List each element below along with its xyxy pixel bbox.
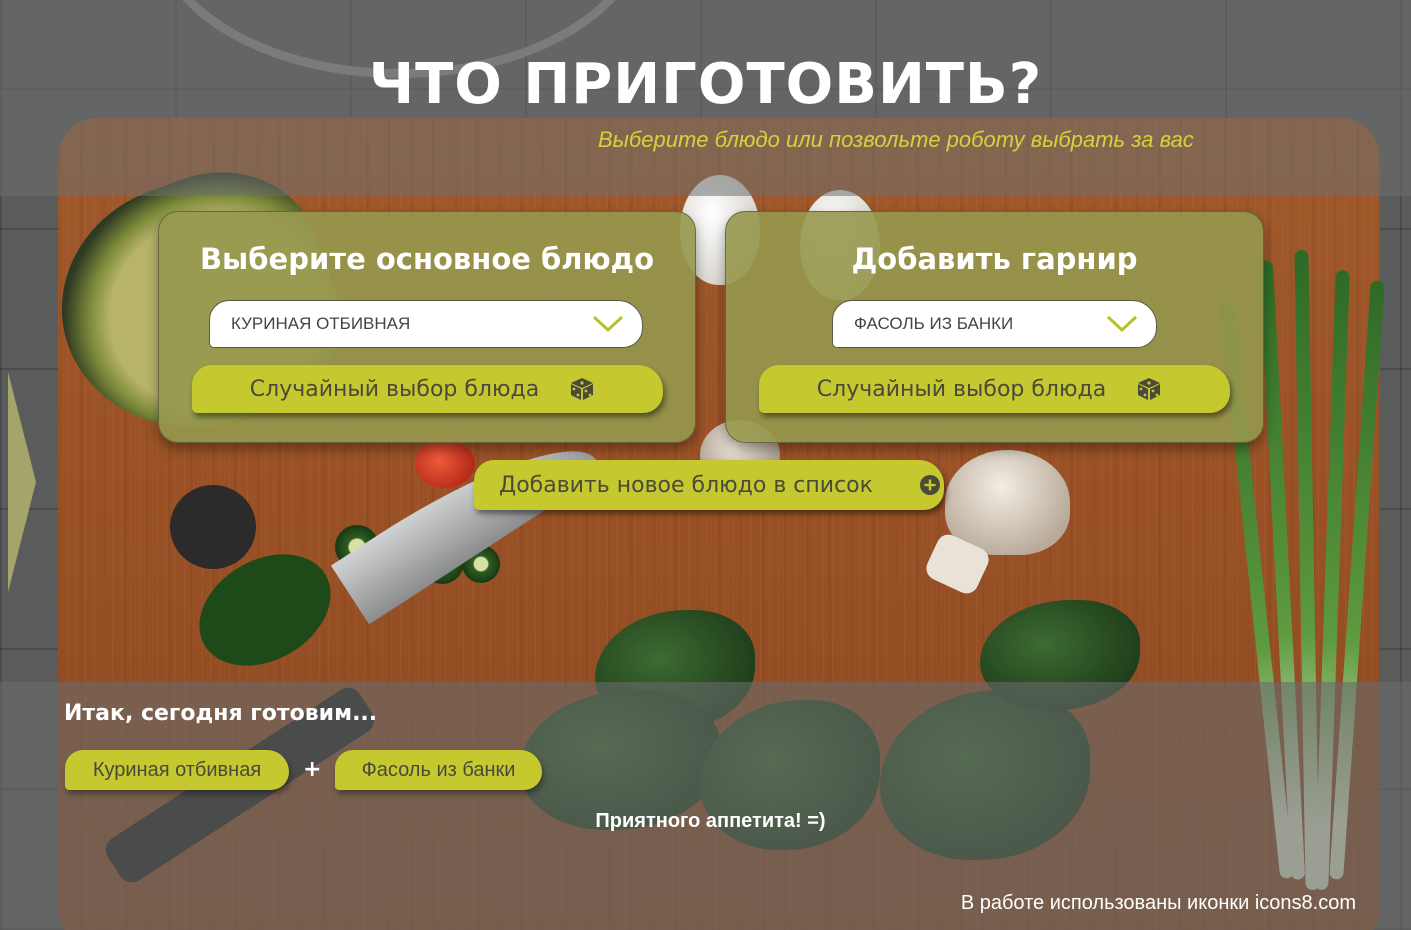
main-dish-select[interactable]: КУРИНАЯ ОТБИВНАЯ [209, 300, 643, 348]
main-dish-random-label: Случайный выбор блюда [249, 376, 540, 402]
side-dish-selected-value: ФАСОЛЬ ИЗ БАНКИ [854, 314, 1014, 333]
mushroom [945, 450, 1070, 555]
main-dish-random-button[interactable]: Случайный выбор блюда [192, 365, 663, 413]
credits-text: В работе использованы иконки icons8.com [960, 892, 1356, 914]
bon-appetit-text: Приятного аппетита! =) [595, 810, 826, 832]
chevron-down-icon [1106, 315, 1138, 333]
page-title: ЧТО ПРИГОТОВИТЬ? [368, 52, 1043, 117]
result-main-dish: Куриная отбивная [65, 750, 289, 790]
dice-icon [1138, 378, 1161, 400]
side-dish-random-button[interactable]: Случайный выбор блюда [759, 365, 1230, 413]
plus-circle-icon [919, 475, 940, 495]
result-plus: + [303, 757, 322, 782]
side-dish-random-label: Случайный выбор блюда [816, 376, 1107, 402]
board-hole [170, 485, 256, 569]
main-dish-card: Выберите основное блюдо КУРИНАЯ ОТБИВНАЯ… [158, 211, 696, 443]
main-dish-title: Выберите основное блюдо [199, 242, 655, 276]
page-subtitle: Выберите блюдо или позвольте роботу выбр… [598, 127, 1194, 152]
tomato [415, 440, 475, 488]
add-dish-label: Добавить новое блюдо в список [499, 472, 873, 498]
side-dish-card: Добавить гарнир ФАСОЛЬ ИЗ БАНКИ Случайны… [725, 211, 1264, 443]
add-dish-button[interactable]: Добавить новое блюдо в список [474, 460, 944, 510]
left-arrow-icon[interactable] [8, 372, 36, 592]
dice-icon [571, 378, 594, 400]
result-side-dish: Фасоль из банки [335, 750, 542, 790]
side-dish-title: Добавить гарнир [851, 242, 1138, 276]
chevron-down-icon [592, 315, 624, 333]
main-dish-selected-value: КУРИНАЯ ОТБИВНАЯ [231, 314, 411, 333]
side-dish-select[interactable]: ФАСОЛЬ ИЗ БАНКИ [832, 300, 1157, 348]
result-heading: Итак, сегодня готовим... [64, 701, 378, 726]
